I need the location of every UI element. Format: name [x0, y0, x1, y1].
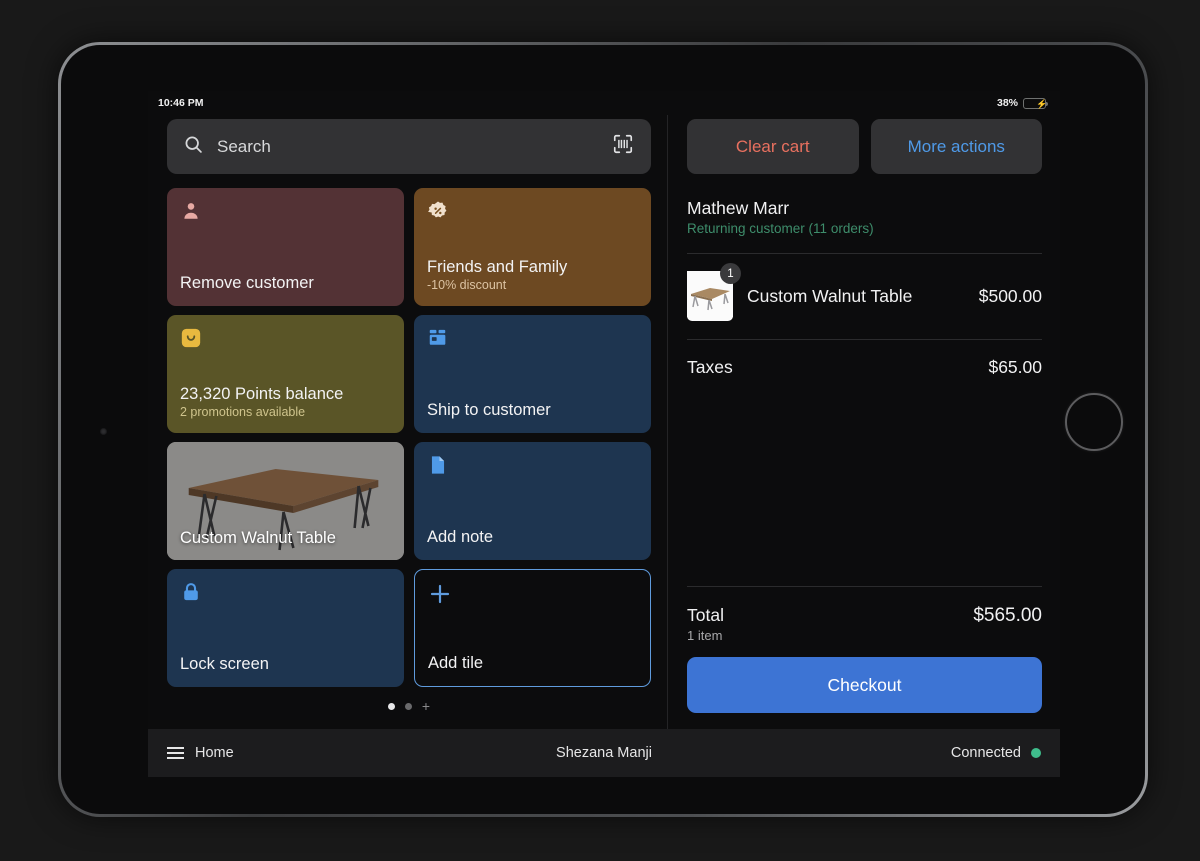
left-panel: Search Remove customer Friends and Famil… [148, 115, 668, 729]
cart-line-item[interactable]: 1 Custom Walnut Table $500.00 [687, 263, 1042, 322]
line-item-name: Custom Walnut Table [747, 286, 913, 306]
battery-percent-label: 38% [996, 97, 1018, 109]
tile-label: Add tile [428, 654, 484, 673]
tile-add-tile[interactable]: Add tile [414, 569, 651, 687]
tile-label: Add note [427, 528, 494, 547]
hamburger-menu-icon[interactable] [167, 747, 184, 759]
taxes-label: Taxes [687, 357, 733, 377]
totals-row: Total 1 item $565.00 [687, 587, 1042, 657]
tile-label: Lock screen [180, 655, 269, 674]
tile-remove-customer[interactable]: Remove customer [167, 188, 404, 306]
total-item-count: 1 item [687, 628, 723, 643]
tile-add-note[interactable]: Add note [414, 442, 651, 560]
line-item-price: $500.00 [978, 286, 1042, 306]
person-icon [180, 200, 202, 222]
connection-status-indicator [1030, 748, 1041, 758]
tablet-screen: 10:46 PM 38% ⚡ Search Remove customer Fr… [148, 91, 1060, 777]
search-icon [183, 134, 204, 160]
home-label[interactable]: Home [195, 745, 234, 761]
customer-block[interactable]: Mathew Marr Returning customer (11 order… [687, 198, 1042, 236]
tablet-body: 10:46 PM 38% ⚡ Search Remove customer Fr… [61, 45, 1145, 814]
cart-panel: Clear cart More actions Mathew Marr Retu… [668, 115, 1060, 729]
add-page-icon[interactable]: + [422, 699, 430, 713]
page-dot-1[interactable] [387, 702, 395, 710]
search-input[interactable]: Search [217, 137, 599, 157]
barcode-scan-icon[interactable] [612, 133, 634, 160]
tile-points-balance[interactable]: 23,320 Points balance 2 promotions avail… [167, 315, 404, 433]
tile-sublabel: 2 promotions available [180, 405, 306, 419]
divider [687, 339, 1042, 340]
tile-label: Ship to customer [427, 401, 551, 420]
total-label: Total [687, 605, 724, 625]
checkout-button[interactable]: Checkout [687, 657, 1042, 713]
tile-lock-screen[interactable]: Lock screen [167, 569, 404, 687]
loyalty-points-icon [180, 327, 202, 349]
total-amount: $565.00 [973, 605, 1042, 626]
search-bar[interactable]: Search [167, 119, 651, 174]
tile-label: Remove customer [180, 274, 314, 293]
front-camera-icon [100, 428, 107, 435]
status-right-cluster: 38% ⚡ [996, 97, 1049, 109]
plus-icon [428, 582, 450, 604]
lock-icon [180, 581, 202, 603]
tile-sublabel: -10% discount [427, 278, 507, 292]
clear-cart-button[interactable]: Clear cart [687, 119, 859, 174]
tile-label: Custom Walnut Table [180, 529, 336, 547]
main-content: Search Remove customer Friends and Famil… [148, 115, 1060, 729]
bottom-status-bar: Home Shezana Manji Connected [148, 729, 1060, 777]
page-dot-2[interactable] [404, 702, 412, 710]
divider [687, 253, 1042, 254]
discount-percent-badge-icon [427, 200, 449, 222]
tile-ship-to-customer[interactable]: Ship to customer [414, 315, 651, 433]
battery-icon: ⚡ [1023, 97, 1049, 109]
tile-label: 23,320 Points balance [180, 385, 344, 404]
customer-meta: Returning customer (11 orders) [687, 221, 874, 236]
home-button[interactable] [1065, 393, 1123, 451]
cart-actions: Clear cart More actions [687, 119, 1042, 174]
quantity-badge: 1 [720, 263, 741, 284]
status-bar: 10:46 PM 38% ⚡ [148, 91, 1060, 115]
more-actions-button[interactable]: More actions [870, 119, 1042, 174]
shipping-box-icon [427, 327, 449, 349]
line-item-thumbnail: 1 [687, 263, 741, 322]
tile-label: Friends and Family [427, 258, 568, 277]
taxes-amount: $65.00 [988, 357, 1042, 377]
connection-label: Connected [950, 745, 1021, 761]
status-time: 10:46 PM [158, 97, 204, 109]
note-document-icon [427, 454, 449, 476]
tablet-device-frame: 10:46 PM 38% ⚡ Search Remove customer Fr… [58, 42, 1148, 817]
cart-spacer [687, 378, 1042, 586]
tile-grid: Remove customer Friends and Family -10% … [167, 188, 651, 687]
taxes-row[interactable]: Taxes $65.00 [687, 357, 1042, 378]
customer-name: Mathew Marr [687, 198, 790, 218]
charging-bolt-icon: ⚡ [1036, 98, 1048, 109]
pagination-dots[interactable]: + [167, 687, 651, 719]
staff-name: Shezana Manji [556, 745, 652, 761]
tile-friends-and-family[interactable]: Friends and Family -10% discount [414, 188, 651, 306]
tile-custom-walnut-table[interactable]: Custom Walnut Table [167, 442, 404, 560]
